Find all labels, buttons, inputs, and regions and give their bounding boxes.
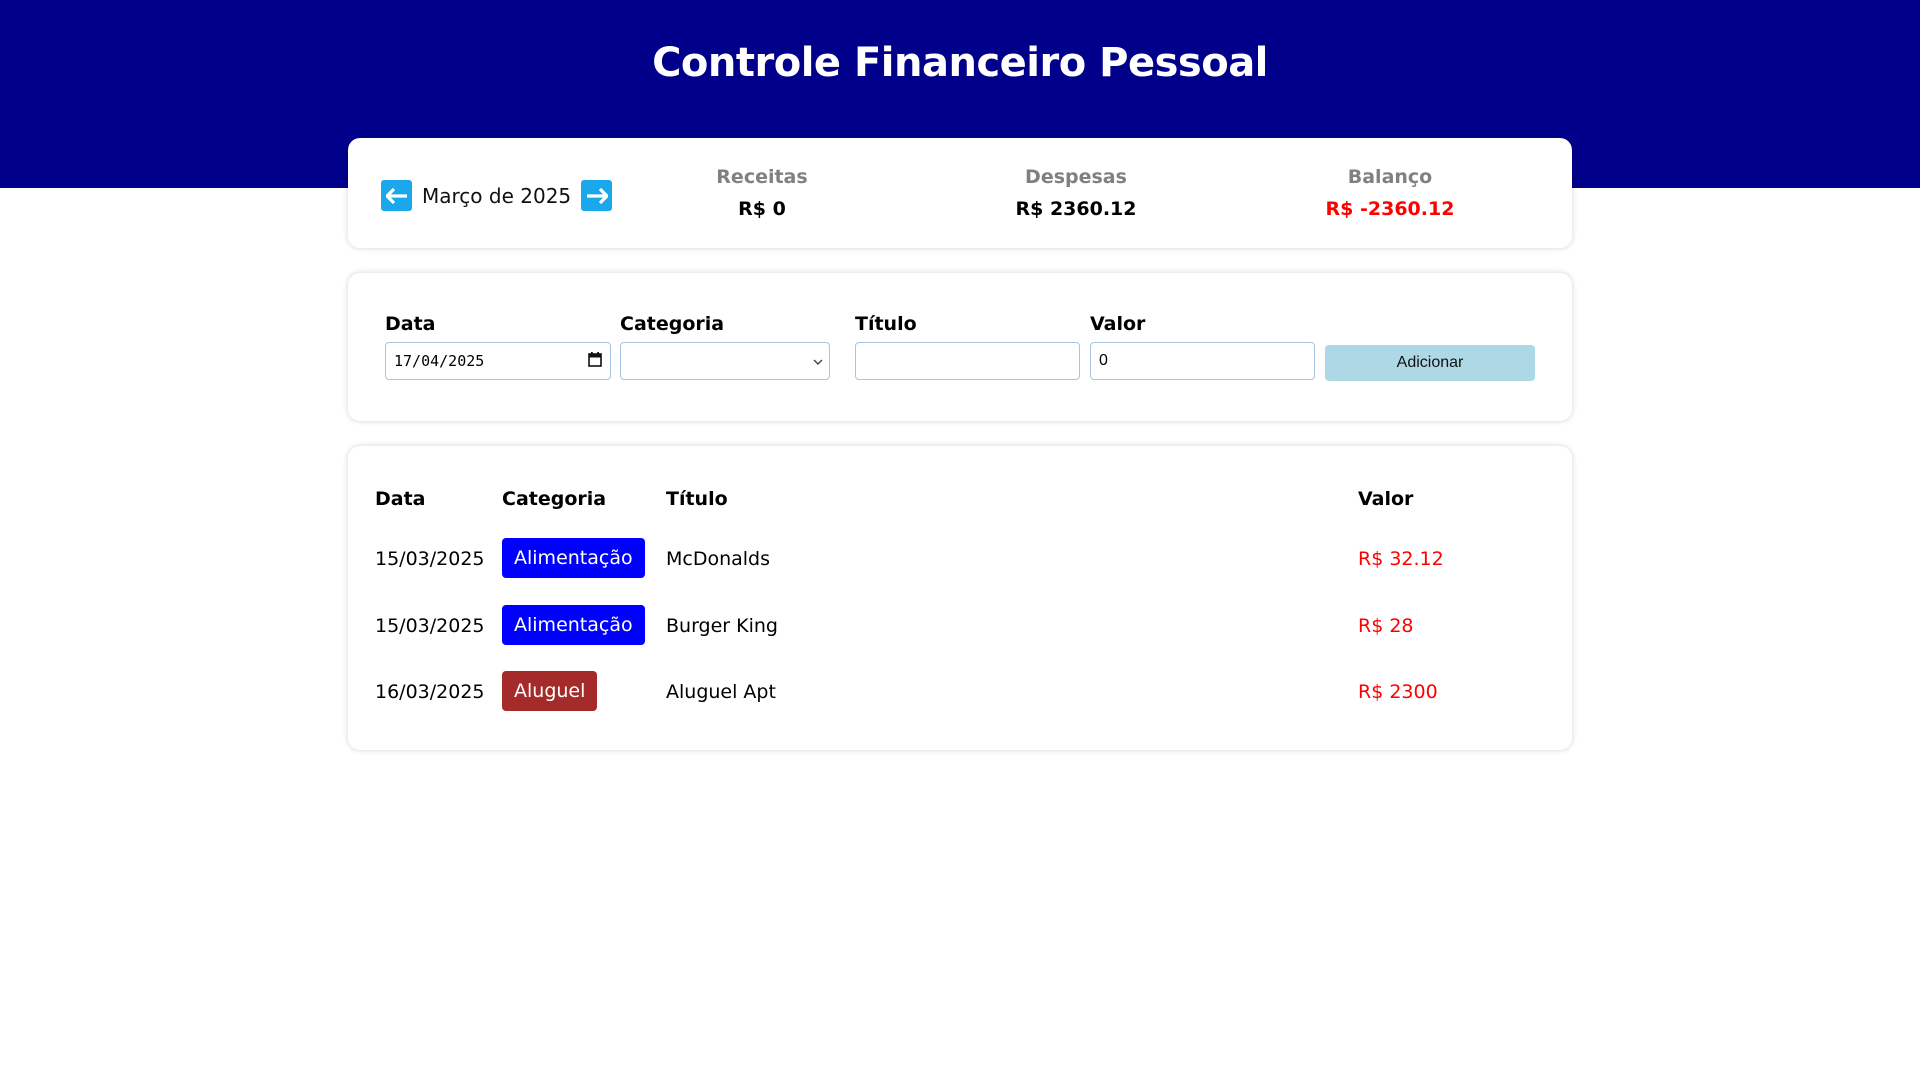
receitas-label: Receitas [716,166,808,188]
table-row: 15/03/2025 Alimentação Burger King R$ 28 [348,605,1572,645]
category-select[interactable] [620,342,830,380]
month-navigator: Março de 2025 [381,180,613,211]
row-date: 15/03/2025 [375,615,485,637]
row-date: 15/03/2025 [375,548,485,570]
despesas-stat: Despesas R$ 2360.12 [976,166,1176,220]
transactions-card: Data Categoria Título Valor 15/03/2025 A… [348,446,1572,750]
summary-card: Março de 2025 Receitas R$ 0 Despesas R$ … [348,138,1572,248]
balanco-label: Balanço [1347,166,1433,188]
header-value: Valor [1358,488,1414,510]
title-field-label: Título [855,313,917,335]
row-value: R$ 2300 [1358,681,1438,703]
header-title: Título [666,488,728,510]
row-value: R$ 28 [1358,615,1414,637]
header-category: Categoria [502,488,607,510]
title-input[interactable] [855,342,1080,380]
header-date: Data [375,488,426,510]
row-title: Aluguel Apt [666,681,776,703]
value-field-label: Valor [1090,313,1146,335]
date-input[interactable]: 17/04/2025 [385,342,611,380]
title-field-group: Título [855,313,1080,380]
balanco-value: R$ -2360.12 [1325,198,1455,220]
value-input[interactable]: 0 [1090,342,1315,380]
balanco-stat: Balanço R$ -2360.12 [1290,166,1490,220]
date-input-value: 17/04/2025 [394,352,485,370]
page-title: Controle Financeiro Pessoal [652,40,1268,86]
category-field-label: Categoria [620,313,725,335]
calendar-icon[interactable] [588,351,602,371]
category-field-group: Categoria [620,313,830,380]
receitas-stat: Receitas R$ 0 [662,166,862,220]
value-input-value: 0 [1099,352,1108,369]
add-button[interactable]: Adicionar [1325,345,1535,381]
entry-form-card: Data 17/04/2025 Categoria Título Valor 0… [348,273,1572,421]
category-badge: Aluguel [502,671,598,711]
value-field-group: Valor 0 [1090,313,1315,380]
row-title: Burger King [666,615,778,637]
chevron-down-icon [813,352,823,370]
arrow-right-icon[interactable] [581,180,613,211]
receitas-value: R$ 0 [738,198,786,220]
category-badge: Alimentação [502,605,645,645]
despesas-value: R$ 2360.12 [1015,198,1137,220]
row-value: R$ 32.12 [1358,548,1444,570]
arrow-left-icon[interactable] [381,180,412,211]
despesas-label: Despesas [1025,166,1127,188]
date-field-label: Data [385,313,436,335]
table-row: 15/03/2025 Alimentação McDonalds R$ 32.1… [348,538,1572,578]
date-field-group: Data 17/04/2025 [385,313,611,380]
row-title: McDonalds [666,548,771,570]
month-label: Março de 2025 [422,183,572,208]
row-date: 16/03/2025 [375,681,485,703]
table-row: 16/03/2025 Aluguel Aluguel Apt R$ 2300 [348,671,1572,711]
category-badge: Alimentação [502,538,645,578]
